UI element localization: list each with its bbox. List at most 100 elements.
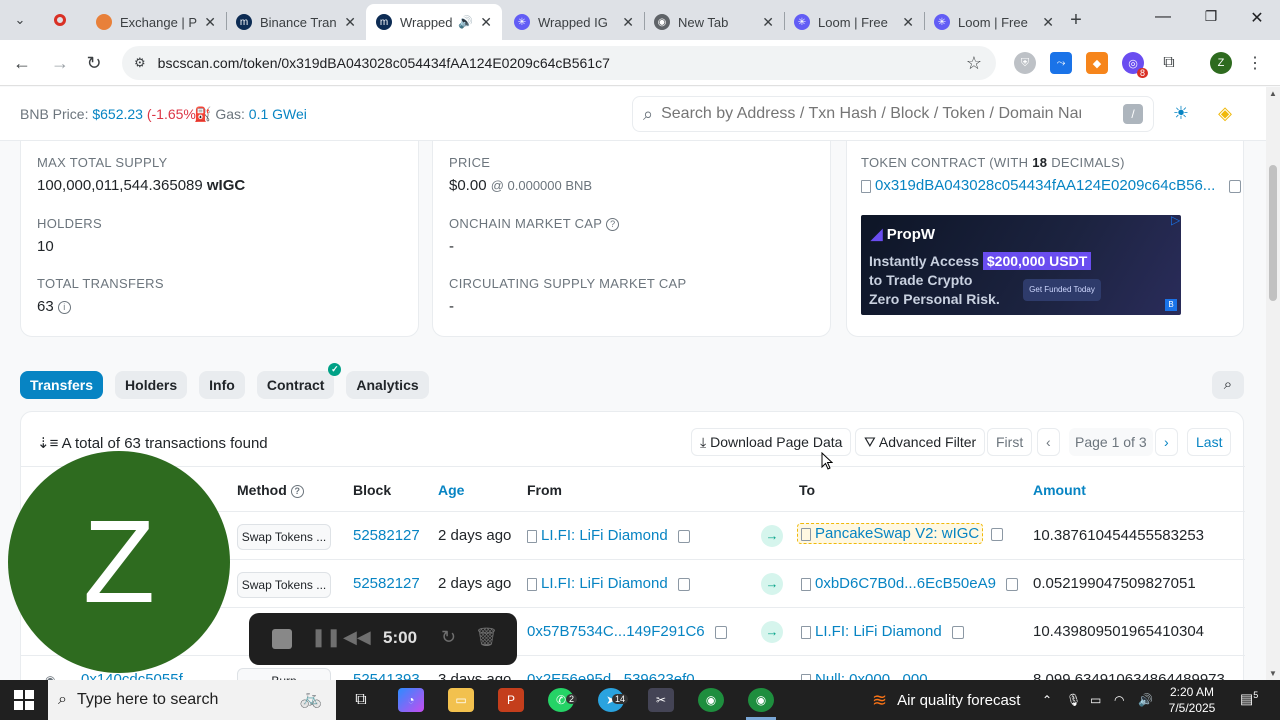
tab-close-icon[interactable]: ✕ [204,14,216,31]
browser-tab-4[interactable]: ✳ Wrapped IG ✕ [504,4,644,40]
eye-icon[interactable]: ◉ [45,673,55,680]
tab-holders[interactable]: Holders [115,371,188,399]
copy-icon[interactable] [951,625,964,639]
taskbar-search-box[interactable]: ⌕ Type here to search 🚲 [48,680,336,720]
tab-analytics[interactable]: Analytics [346,371,429,399]
table-search-icon[interactable]: ⌕ [1212,371,1244,399]
bnb-price-value[interactable]: $652.23 [92,106,143,122]
scroll-down-arrow-icon[interactable]: ▼ [1269,669,1277,678]
tab-info[interactable]: Info [199,371,245,399]
method-badge[interactable]: Swap Tokens ... [237,524,331,550]
question-icon[interactable]: ? [606,218,620,232]
copy-icon[interactable] [1005,577,1018,591]
browser-tab-active[interactable]: m Wrapped 🔊 ✕ [366,4,502,40]
tab-close-icon[interactable]: ✕ [622,14,634,31]
copilot-icon[interactable]: ◔ [398,688,424,712]
last-page-button[interactable]: Last [1187,428,1232,456]
wifi-icon[interactable]: ◠ [1114,680,1124,720]
address-bar[interactable]: ⚙ bscscan.com/token/0x319dBA043028c05443… [122,46,996,80]
shield-extension-icon[interactable]: ⛨ [1014,52,1036,74]
to-link[interactable]: 0xbD6C7B0d...6EcB50eA9 [815,575,996,592]
copy-icon[interactable] [714,625,727,639]
ad-cta-button[interactable]: Get Funded Today [1023,279,1101,301]
browser-tab-1[interactable]: Exchange | P ✕ [86,4,226,40]
site-search-input[interactable] [661,105,1082,123]
scroll-thumb[interactable] [1269,165,1277,301]
reload-icon[interactable]: ↻ [82,52,106,74]
browser-tab-7[interactable]: ✳ Loom | Free ✕ [924,4,1064,40]
chrome-active-icon[interactable]: ◉ [748,688,774,712]
tab-close-icon[interactable]: ✕ [1042,14,1054,31]
gas-value[interactable]: 0.1 GWei [249,106,307,122]
system-clock[interactable]: 2:20 AM 7/5/2025 [1164,684,1220,716]
page-scrollbar[interactable]: ▲ ▼ [1266,87,1280,680]
block-link[interactable]: 52582127 [353,527,420,544]
webcam-avatar-bubble[interactable]: Z [8,451,230,673]
restart-icon[interactable]: ↻ [441,627,456,648]
ad-choices-icon[interactable]: B [1165,299,1177,311]
scroll-up-arrow-icon[interactable]: ▲ [1269,89,1277,98]
to-link[interactable]: Null: 0x000...000 [815,671,928,680]
contract-address-link[interactable]: 0x319dBA043028c054434fAA124E0209c64cB56.… [875,177,1215,194]
minimize-icon[interactable]: — [1148,8,1178,26]
stop-record-icon[interactable] [272,629,292,649]
tab-transfers[interactable]: Transfers [20,371,104,399]
puzzle-extensions-icon[interactable]: ⧉ [1158,52,1180,74]
method-badge[interactable]: Burn [237,668,331,680]
tab-contract[interactable]: Contract ✓ [256,363,342,399]
prev-page-chevron-icon[interactable]: ‹ [1037,428,1060,456]
task-view-icon[interactable]: ⧉ [348,688,374,712]
first-page-button[interactable]: First [987,428,1033,456]
method-badge[interactable]: Swap Tokens ... [237,572,331,598]
from-link[interactable]: LI.FI: LiFi Diamond [541,575,668,592]
weather-widget[interactable]: ≋ Air quality forecast [872,680,1020,720]
metamask-fox-icon[interactable]: ◆ [1086,52,1108,74]
from-link[interactable]: 0x57B7534C...149F291C6 [527,623,705,640]
advanced-filter-button[interactable]: ⛛ Advanced Filter [855,428,986,456]
tray-overflow-chevron-icon[interactable]: ⌃ [1042,680,1052,720]
block-link[interactable]: 52582127 [353,575,420,592]
bnb-chain-logo-icon[interactable]: ◈ [1212,100,1238,126]
to-link[interactable]: PancakeSwap V2: wIGC [815,525,979,542]
volume-icon[interactable]: 🔊 [1138,680,1153,720]
browser-tab-6[interactable]: ✳ Loom | Free ✕ [784,4,924,40]
txn-hash-link[interactable]: 0x140cdc5055f [81,671,183,680]
speaker-icon[interactable]: 🔊 [458,15,473,29]
pause-icon[interactable]: ❚❚ [311,627,341,648]
rewind-icon[interactable]: ◀◀ [343,627,371,648]
copy-icon[interactable] [1229,179,1242,193]
notification-center-icon[interactable]: ▤5 [1240,690,1258,708]
kebab-menu-icon[interactable]: ⋮ [1244,52,1266,74]
question-icon[interactable]: ? [290,484,304,498]
battery-icon[interactable]: ▭ [1090,680,1101,720]
next-page-chevron-icon[interactable]: › [1155,428,1178,456]
maximize-icon[interactable]: ❐ [1196,8,1226,25]
tab-close-icon[interactable]: ✕ [480,14,492,31]
copy-icon[interactable] [677,529,690,543]
col-amount[interactable]: Amount [1033,482,1086,498]
from-cell[interactable]: 0x2E56e95d...539623ef0 [527,671,695,680]
file-explorer-icon[interactable]: ▭ [448,688,474,712]
tab-search-chevron-icon[interactable]: ⌄ [6,8,34,32]
chrome-icon[interactable]: ◉ [698,688,724,712]
window-close-icon[interactable]: ✕ [1242,8,1272,28]
trash-icon[interactable]: 🗑 [475,627,498,648]
copy-icon[interactable] [991,527,1004,541]
browser-tab-5[interactable]: ◉ New Tab ✕ [644,4,784,40]
translate-extension-icon[interactable]: ⤳ [1050,52,1072,74]
tab-close-icon[interactable]: ✕ [762,14,774,31]
tab-close-icon[interactable]: ✕ [902,14,914,31]
to-link[interactable]: LI.FI: LiFi Diamond [815,623,942,640]
snipping-tool-icon[interactable]: ✂ [648,688,674,712]
extension-with-badge-icon[interactable]: ◎ 8 [1122,52,1148,78]
theme-sun-icon[interactable]: ☀ [1168,100,1194,126]
site-info-icon[interactable]: ⚙ [134,55,146,71]
microphone-icon[interactable]: 🎙 [1066,680,1081,720]
record-icon[interactable] [46,8,74,32]
block-link[interactable]: 52541393 [353,671,420,680]
new-tab-plus-icon[interactable]: + [1062,8,1090,32]
profile-avatar[interactable]: Z [1210,52,1232,74]
bookmark-star-icon[interactable]: ☆ [966,53,982,74]
browser-tab-2[interactable]: m Binance Tran ✕ [226,4,366,40]
col-age[interactable]: Age [438,482,464,498]
